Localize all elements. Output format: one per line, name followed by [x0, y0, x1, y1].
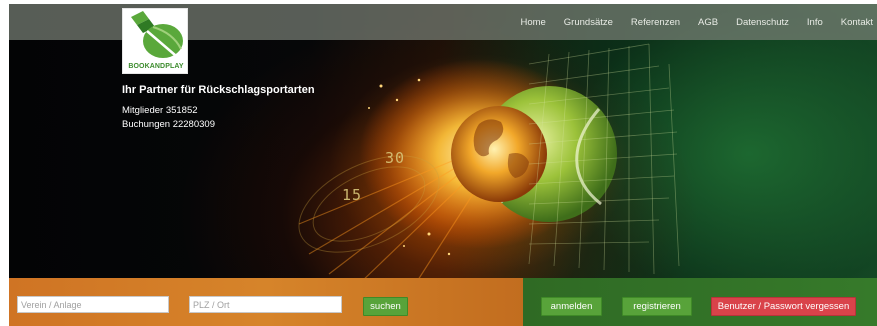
city-search-input[interactable]: [189, 296, 342, 313]
score-fifteen: 15: [342, 186, 363, 204]
nav-grundsaetze[interactable]: Grundsätze: [555, 17, 622, 28]
nav-info[interactable]: Info: [798, 17, 832, 28]
nav-kontakt[interactable]: Kontakt: [832, 17, 877, 28]
globe: [451, 106, 547, 202]
bookings-count: Buchungen 22280309: [122, 119, 215, 130]
logo-icon: [131, 11, 183, 58]
score-thirty: 30: [385, 149, 406, 167]
nav-datenschutz[interactable]: Datenschutz: [727, 17, 798, 28]
page-frame: 30 15 Home Grundsätze Referenzen AGB Dat…: [9, 4, 877, 326]
register-button[interactable]: registrieren: [622, 297, 692, 316]
site-logo[interactable]: BOOKANDPLAY: [122, 8, 188, 74]
nav-referenzen[interactable]: Referenzen: [622, 17, 689, 28]
login-button[interactable]: anmelden: [541, 297, 602, 316]
nav-home[interactable]: Home: [511, 17, 554, 28]
nav-agb[interactable]: AGB: [689, 17, 727, 28]
search-button[interactable]: suchen: [363, 297, 408, 316]
logo-text: BOOKANDPLAY: [128, 63, 184, 70]
club-search-input[interactable]: [17, 296, 169, 313]
members-count: Mitglieder 351852: [122, 105, 198, 116]
main-nav: Home Grundsätze Referenzen AGB Datenschu…: [511, 4, 877, 40]
search-bar: suchen anmelden registrieren Benutzer / …: [9, 278, 877, 326]
forgot-password-button[interactable]: Benutzer / Passwort vergessen: [711, 297, 856, 316]
tagline: Ihr Partner für Rückschlagsportarten: [122, 84, 315, 96]
